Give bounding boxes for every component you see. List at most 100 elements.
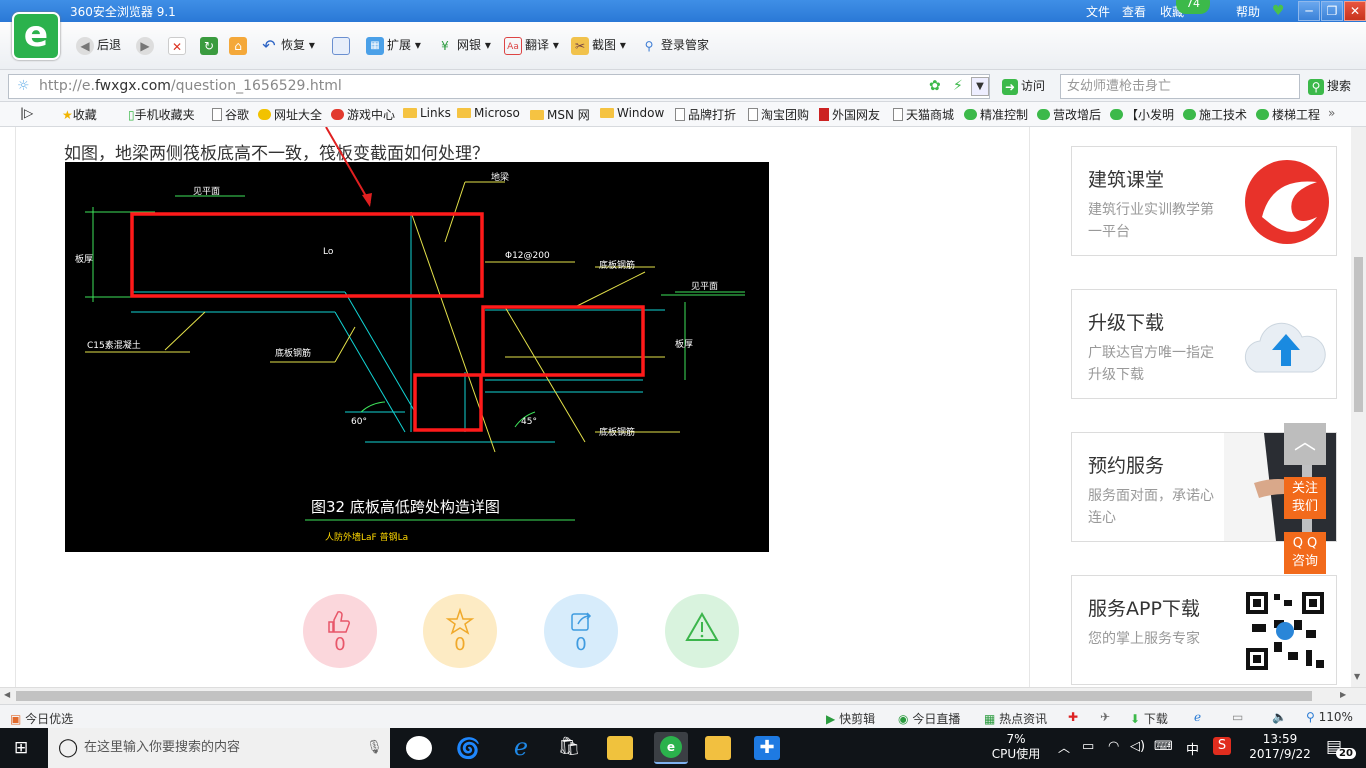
sidebar-toggle-icon[interactable]: |▷ xyxy=(20,106,33,120)
scroll-down-icon[interactable]: ▼ xyxy=(1354,672,1360,681)
restore-button[interactable]: ↶ 恢复 ▾ xyxy=(260,34,315,56)
speed-icon[interactable]: ⚡ xyxy=(953,75,963,98)
maximize-button[interactable]: ❐ xyxy=(1321,1,1343,21)
taskbar-search-box[interactable]: ◯ 在这里输入你要搜索的内容 🎙 xyxy=(48,728,390,768)
bookmark-item[interactable]: ★收藏 xyxy=(62,106,97,123)
scroll-right-icon[interactable]: ▶ xyxy=(1340,690,1346,699)
back-button[interactable]: ◀ 后退 xyxy=(76,34,121,56)
windows-start-icon[interactable]: ⊞ xyxy=(14,738,28,758)
tray-chevron-icon[interactable]: ︿ xyxy=(1058,739,1070,756)
ie-icon[interactable]: ℯ xyxy=(1194,710,1201,724)
visit-button[interactable]: ➜ 访问 xyxy=(1002,77,1045,95)
health-icon[interactable]: ✚ xyxy=(1068,710,1078,724)
zoom-control[interactable]: ⚲ 110% xyxy=(1306,710,1353,724)
bookmark-item[interactable]: 楼梯工程 xyxy=(1256,106,1320,123)
bookmark-item[interactable]: 天猫商城 xyxy=(893,106,954,123)
bookmark-item[interactable]: 精准控制 xyxy=(964,106,1028,123)
mobile-button[interactable] xyxy=(332,34,353,56)
bookmark-item[interactable]: 品牌打折 xyxy=(675,106,736,123)
forward-button[interactable]: ▶ xyxy=(136,34,157,56)
pin-icon[interactable]: ✈ xyxy=(1100,710,1110,724)
favorite-button[interactable]: 0 xyxy=(423,594,497,668)
bookmark-item[interactable]: Window xyxy=(600,106,664,120)
card-app-download[interactable]: 服务APP下载 您的掌上服务专家 xyxy=(1071,575,1337,685)
search-input[interactable]: 女幼师遭枪击身亡 xyxy=(1060,74,1300,99)
bookmark-item[interactable]: 网址大全 xyxy=(258,106,322,123)
like-button[interactable]: 0 xyxy=(303,594,377,668)
url-dropdown-button[interactable]: ▼ xyxy=(971,77,989,96)
stop-button[interactable]: ✕ xyxy=(168,34,189,56)
hot-news[interactable]: ▦ 热点资讯 xyxy=(984,710,1047,727)
store-icon[interactable]: 🛍 xyxy=(556,736,582,760)
skin-icon[interactable]: ♥ xyxy=(1272,3,1285,19)
menu-view[interactable]: 查看 xyxy=(1122,3,1146,20)
search-button[interactable]: ⚲ 搜索 xyxy=(1308,77,1351,95)
visit-label: 访问 xyxy=(1021,79,1046,93)
share-button[interactable]: 0 xyxy=(544,594,618,668)
wifi-icon[interactable]: ◠ xyxy=(1108,739,1119,754)
bookmark-item[interactable]: 外国网友 xyxy=(819,106,880,123)
hscroll-thumb[interactable] xyxy=(16,691,1312,701)
close-button[interactable]: ✕ xyxy=(1344,1,1366,21)
bookmark-item[interactable]: Links xyxy=(403,106,451,120)
today-live[interactable]: ◉ 今日直播 xyxy=(898,710,960,727)
more-bookmarks-icon[interactable]: » xyxy=(1328,106,1335,120)
notes-app-icon[interactable] xyxy=(705,736,731,760)
bookmark-item[interactable]: 谷歌 xyxy=(212,106,249,123)
bookmark-item[interactable]: Microso xyxy=(457,106,520,120)
horizontal-scrollbar[interactable]: ◀ ▶ xyxy=(0,687,1366,704)
file-explorer-icon[interactable] xyxy=(607,736,633,760)
translate-button[interactable]: Aa 翻译 ▾ xyxy=(504,34,559,56)
sogou-ime-icon[interactable]: S xyxy=(1213,737,1231,755)
login-label: 登录管家 xyxy=(661,38,710,52)
edge-icon[interactable]: ℯ xyxy=(508,735,534,760)
volume-icon[interactable]: 🔈 xyxy=(1272,710,1287,724)
keyboard-icon[interactable]: ⌨ xyxy=(1154,739,1173,754)
folder-icon xyxy=(403,108,417,118)
screenshot-button[interactable]: ✂ 截图 ▾ xyxy=(571,34,626,56)
bookmark-item[interactable]: ▯手机收藏夹 xyxy=(128,106,195,123)
vertical-scrollbar[interactable]: ▼ xyxy=(1351,127,1366,687)
active-360-browser-icon[interactable]: e xyxy=(654,732,688,764)
card-upgrade-download[interactable]: 升级下载 广联达官方唯一指定升级下载 xyxy=(1071,289,1337,399)
window-icon[interactable]: ▭ xyxy=(1232,710,1243,724)
bookmark-item[interactable]: 淘宝团购 xyxy=(748,106,809,123)
battery-icon[interactable]: ▭ xyxy=(1082,739,1094,754)
scroll-left-icon[interactable]: ◀ xyxy=(4,690,10,699)
url-input[interactable]: ☼ http://e.fwxgx.com/question_1656529.ht… xyxy=(8,74,990,99)
score-badge[interactable]: 74 xyxy=(1176,0,1210,14)
home-button[interactable]: ⌂ xyxy=(229,34,250,56)
label-bottom-rebar-3: 底板钢筋 xyxy=(599,426,635,438)
download-manager[interactable]: ⬇ 下载 xyxy=(1130,710,1168,727)
glodon-logo-icon xyxy=(1245,160,1329,244)
back-to-top-button[interactable]: ︿ xyxy=(1284,423,1326,465)
bookmark-item[interactable]: MSN 网 xyxy=(530,106,590,123)
login-manager-button[interactable]: ⚲ 登录管家 xyxy=(640,34,709,56)
clock[interactable]: 13:59 2017/9/22 xyxy=(1246,732,1314,762)
bookmark-item[interactable]: 游戏中心 xyxy=(331,106,395,123)
pinwheel-app-icon[interactable] xyxy=(406,736,432,760)
refresh-button[interactable]: ↻ xyxy=(200,34,221,56)
menu-file[interactable]: 文件 xyxy=(1086,3,1110,20)
today-picks[interactable]: ▣ 今日优选 xyxy=(10,710,73,727)
menu-help[interactable]: 帮助 xyxy=(1236,3,1260,20)
bookmark-item[interactable]: 施工技术 xyxy=(1183,106,1247,123)
follow-us-button[interactable]: 关注我们 xyxy=(1284,477,1326,519)
report-button[interactable] xyxy=(665,594,739,668)
card-building-classroom[interactable]: 建筑课堂 建筑行业实训教学第一平台 xyxy=(1071,146,1337,256)
bookmark-item[interactable]: 【小发明 xyxy=(1110,106,1174,123)
microphone-icon[interactable]: 🎙 xyxy=(366,728,383,768)
extend-button[interactable]: ▦ 扩展 ▾ xyxy=(366,34,421,56)
scroll-thumb[interactable] xyxy=(1354,257,1363,412)
netbank-button[interactable]: ¥ 网银 ▾ xyxy=(436,34,491,56)
qq-consult-button[interactable]: Q Q咨询 xyxy=(1284,532,1326,574)
speaker-icon[interactable]: ◁) xyxy=(1130,739,1145,754)
quick-edit[interactable]: ▶ 快剪辑 xyxy=(826,710,875,727)
wechat-icon xyxy=(964,109,977,120)
security-icon[interactable]: ✿ xyxy=(929,75,941,98)
minimize-button[interactable]: ─ xyxy=(1298,1,1320,21)
plus-app-icon[interactable]: ✚ xyxy=(754,736,780,760)
bookmark-item[interactable]: 营改增后 xyxy=(1037,106,1101,123)
browser-swirl-icon[interactable]: 🌀 xyxy=(455,736,481,760)
ime-indicator[interactable]: 中 xyxy=(1186,739,1199,758)
